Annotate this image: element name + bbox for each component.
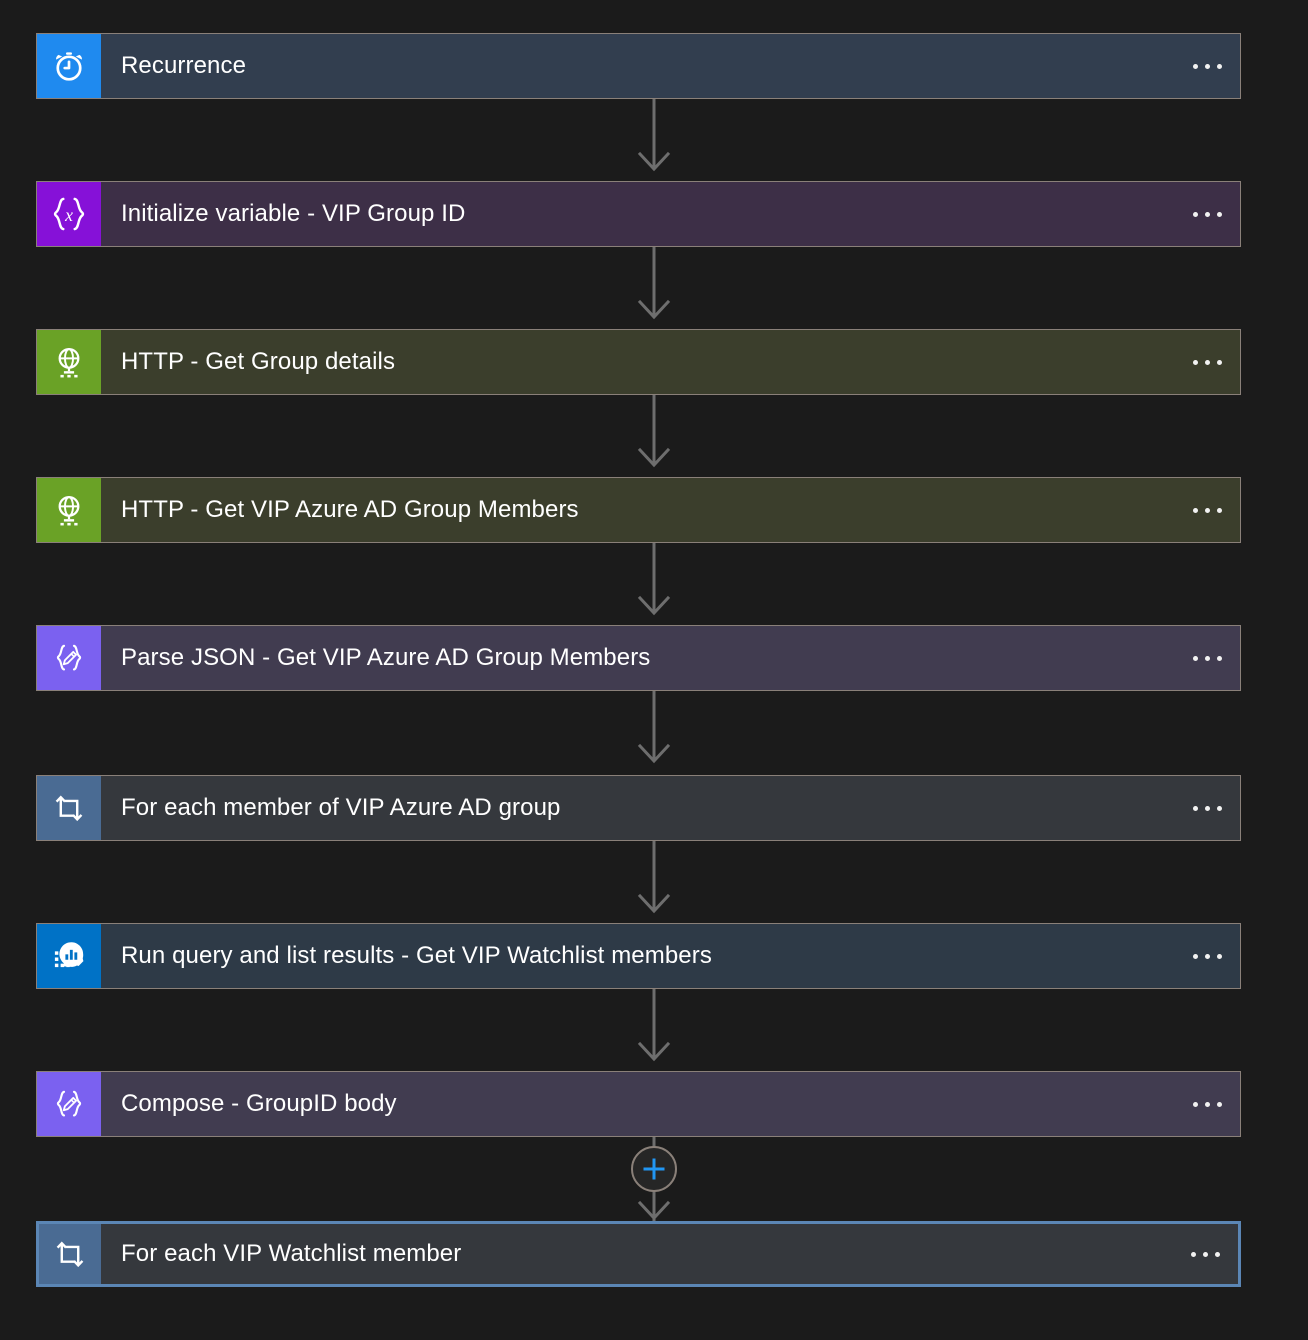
braces-pencil-icon xyxy=(37,626,101,690)
node-title: HTTP - Get Group details xyxy=(121,350,396,374)
node-overflow-menu-button[interactable] xyxy=(1179,953,1222,959)
alarm-clock-icon xyxy=(37,34,101,98)
node-title: Run query and list results - Get VIP Wat… xyxy=(121,944,712,968)
connector-parse-json-to-for-each-member xyxy=(0,691,1308,773)
connector-http-group-members-to-parse-json xyxy=(0,543,1308,625)
node-overflow-menu-button[interactable] xyxy=(1179,655,1222,661)
node-body: Initialize variable - VIP Group ID xyxy=(101,182,1240,246)
node-title: Parse JSON - Get VIP Azure AD Group Memb… xyxy=(121,646,651,670)
node-body: For each VIP Watchlist member xyxy=(101,1224,1238,1284)
flow-node-parse-json-get-vip-azure-ad-group-members[interactable]: Parse JSON - Get VIP Azure AD Group Memb… xyxy=(36,625,1241,691)
variable-braces-icon: x xyxy=(37,182,101,246)
flow-node-http-get-vip-azure-ad-group-members[interactable]: HTTP - Get VIP Azure AD Group Members xyxy=(36,477,1241,543)
globe-network-icon xyxy=(37,478,101,542)
flow-node-initialize-variable-vip-group-id[interactable]: x Initialize variable - VIP Group ID xyxy=(36,181,1241,247)
node-overflow-menu-button[interactable] xyxy=(1179,63,1222,69)
node-body: HTTP - Get VIP Azure AD Group Members xyxy=(101,478,1240,542)
connector-for-each-member-to-run-query xyxy=(0,841,1308,923)
node-body: Compose - GroupID body xyxy=(101,1072,1240,1136)
node-body: Parse JSON - Get VIP Azure AD Group Memb… xyxy=(101,626,1240,690)
log-analytics-icon xyxy=(37,924,101,988)
node-body: For each member of VIP Azure AD group xyxy=(101,776,1240,840)
braces-pencil-icon xyxy=(37,1072,101,1136)
loop-repeat-icon xyxy=(37,776,101,840)
connector-run-query-to-compose xyxy=(0,989,1308,1071)
connector-initialize-variable-to-http-get-group-details xyxy=(0,247,1308,329)
node-overflow-menu-button[interactable] xyxy=(1179,507,1222,513)
node-body: Run query and list results - Get VIP Wat… xyxy=(101,924,1240,988)
node-overflow-menu-button[interactable] xyxy=(1179,211,1222,217)
insert-step-button[interactable] xyxy=(631,1147,677,1193)
node-overflow-menu-button[interactable] xyxy=(1179,1101,1222,1107)
connector-recurrence-to-initialize-variable xyxy=(0,99,1308,181)
node-title: Compose - GroupID body xyxy=(121,1092,397,1116)
node-title: Recurrence xyxy=(121,54,247,78)
flow-node-run-query-and-list-results-get-vip-watchlist-members[interactable]: Run query and list results - Get VIP Wat… xyxy=(36,923,1241,989)
node-overflow-menu-button[interactable] xyxy=(1179,359,1222,365)
node-title: For each VIP Watchlist member xyxy=(121,1242,462,1266)
node-title: Initialize variable - VIP Group ID xyxy=(121,202,466,226)
flow-node-http-get-group-details[interactable]: HTTP - Get Group details xyxy=(36,329,1241,395)
node-overflow-menu-button[interactable] xyxy=(1179,805,1222,811)
node-overflow-menu-button[interactable] xyxy=(1177,1251,1220,1257)
loop-repeat-icon xyxy=(39,1224,101,1284)
svg-text:x: x xyxy=(64,205,73,225)
flow-node-for-each-vip-watchlist-member[interactable]: For each VIP Watchlist member xyxy=(36,1221,1241,1287)
flow-node-for-each-member-of-vip-azure-ad-group[interactable]: For each member of VIP Azure AD group xyxy=(36,775,1241,841)
logic-app-designer-canvas: Recurrence x Initialize variable - VIP G… xyxy=(0,0,1308,1340)
node-title: For each member of VIP Azure AD group xyxy=(121,796,561,820)
node-body: HTTP - Get Group details xyxy=(101,330,1240,394)
node-title: HTTP - Get VIP Azure AD Group Members xyxy=(121,498,579,522)
flow-node-recurrence[interactable]: Recurrence xyxy=(36,33,1241,99)
connector-http-group-details-to-http-group-members xyxy=(0,395,1308,477)
globe-network-icon xyxy=(37,330,101,394)
flow-node-compose-groupid-body[interactable]: Compose - GroupID body xyxy=(36,1071,1241,1137)
node-body: Recurrence xyxy=(101,34,1240,98)
